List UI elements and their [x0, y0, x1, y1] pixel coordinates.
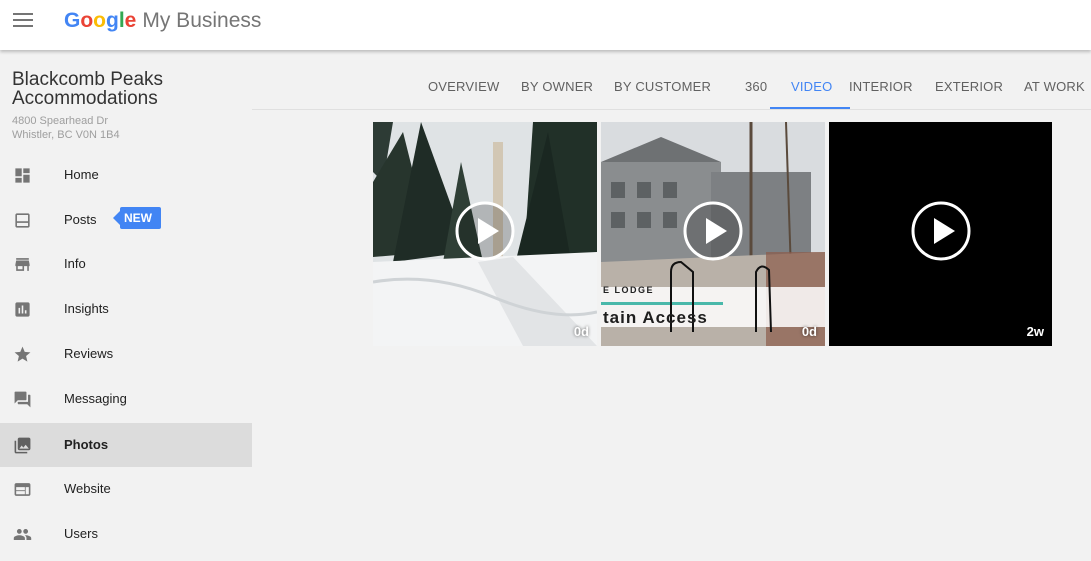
sidebar-item-posts[interactable]: Posts NEW — [0, 198, 252, 242]
tab-360[interactable]: 360 — [745, 79, 767, 94]
video-thumbnail[interactable]: 0d — [373, 122, 597, 346]
sidebar-item-messaging[interactable]: Messaging — [0, 377, 252, 421]
tab-by-customer[interactable]: BY CUSTOMER — [614, 79, 711, 94]
sidebar-item-website[interactable]: Website — [0, 467, 252, 511]
tab-video[interactable]: VIDEO — [791, 79, 832, 94]
video-thumbnail[interactable]: E LODGE tain Access 0d — [601, 122, 825, 346]
video-age: 2w — [1026, 324, 1044, 339]
sidebar-item-label: Reviews — [64, 346, 114, 361]
sidebar-item-home[interactable]: Home — [0, 153, 252, 197]
sidebar-item-label: Website — [64, 481, 111, 496]
sidebar-item-label: Info — [64, 256, 86, 271]
posts-icon — [15, 213, 30, 228]
new-badge: NEW — [113, 207, 161, 229]
top-app-bar: Google My Business — [0, 0, 1091, 50]
video-thumbnail[interactable]: 2w — [829, 122, 1052, 346]
sidebar: Blackcomb Peaks Accommodations 4800 Spea… — [0, 50, 252, 561]
tab-by-owner[interactable]: BY OWNER — [521, 79, 593, 94]
play-icon[interactable] — [682, 200, 744, 262]
active-tab-indicator — [770, 107, 850, 109]
business-address: 4800 Spearhead Dr Whistler, BC V0N 1B4 — [12, 114, 120, 142]
sidebar-item-photos[interactable]: Photos — [0, 423, 252, 467]
bar-chart-icon — [15, 302, 30, 317]
video-age: 0d — [801, 324, 817, 339]
photo-icon — [14, 437, 31, 454]
address-line-2: Whistler, BC V0N 1B4 — [12, 129, 120, 141]
video-age: 0d — [573, 324, 589, 339]
sidebar-item-reviews[interactable]: Reviews — [0, 332, 252, 376]
sidebar-item-info[interactable]: Info — [0, 242, 252, 286]
play-icon[interactable] — [910, 200, 972, 262]
tab-at-work[interactable]: AT WORK — [1024, 79, 1085, 94]
tab-interior[interactable]: INTERIOR — [849, 79, 913, 94]
hamburger-menu-icon[interactable] — [13, 13, 33, 29]
photo-category-tabs: OVERVIEW BY OWNER BY CUSTOMER 360 VIDEO … — [252, 62, 1091, 110]
sidebar-item-label: Insights — [64, 301, 109, 316]
star-icon — [14, 346, 31, 362]
video-overlay-text: tain Access — [603, 308, 708, 327]
sidebar-item-label: Posts — [64, 212, 97, 227]
google-my-business-logo[interactable]: Google My Business — [64, 9, 261, 33]
sidebar-item-label: Messaging — [64, 391, 127, 406]
tab-exterior[interactable]: EXTERIOR — [935, 79, 1003, 94]
users-icon — [13, 528, 32, 541]
address-line-1: 4800 Spearhead Dr — [12, 115, 109, 127]
video-overlay-text: E LODGE — [603, 285, 655, 295]
chat-icon — [14, 391, 31, 408]
product-name: My Business — [142, 9, 262, 32]
sidebar-item-users[interactable]: Users — [0, 512, 252, 556]
business-name: Blackcomb Peaks Accommodations — [12, 69, 164, 109]
dashboard-icon — [15, 168, 30, 183]
storefront-icon — [15, 258, 30, 271]
sidebar-item-insights[interactable]: Insights — [0, 287, 252, 331]
play-icon[interactable] — [454, 200, 516, 262]
sidebar-item-label: Users — [64, 526, 98, 541]
sidebar-item-label: Home — [64, 167, 99, 182]
web-icon — [14, 483, 31, 496]
tab-overview[interactable]: OVERVIEW — [428, 79, 499, 94]
sidebar-item-label: Photos — [64, 437, 109, 452]
